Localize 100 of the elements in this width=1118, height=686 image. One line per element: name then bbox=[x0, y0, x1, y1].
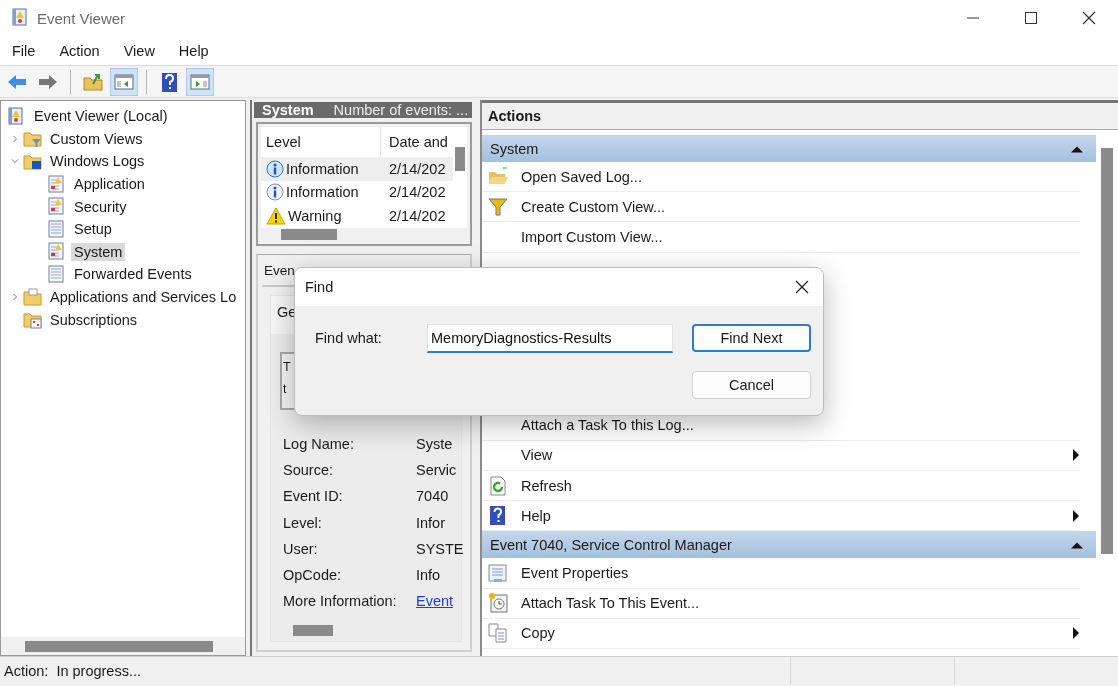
event-row[interactable]: Information 2/14/202 bbox=[261, 180, 453, 204]
info-icon bbox=[266, 183, 284, 202]
log-page-icon bbox=[47, 264, 66, 284]
tree-item[interactable]: Event Viewer (Local) bbox=[31, 107, 171, 126]
field-label: More Information: bbox=[283, 593, 398, 612]
folder-up-icon bbox=[83, 71, 103, 92]
event-row[interactable]: Information 2/14/202 bbox=[261, 157, 453, 181]
action-pane-icon bbox=[190, 71, 210, 92]
tree-pane-icon bbox=[114, 71, 134, 92]
field-label: Source: bbox=[283, 462, 334, 481]
tree-item[interactable]: Subscriptions bbox=[47, 310, 141, 329]
section-header[interactable]: System bbox=[482, 135, 1096, 162]
folder-filter-icon bbox=[23, 129, 42, 149]
field-label: Find what: bbox=[315, 330, 383, 346]
log-title: System bbox=[262, 102, 314, 118]
command-item[interactable]: Import Custom View... bbox=[482, 222, 1080, 253]
collapse-arrow-icon[interactable] bbox=[1070, 144, 1084, 153]
log-page-icon bbox=[47, 242, 66, 262]
section-title: System bbox=[490, 140, 539, 157]
find-next-button[interactable]: Find Next bbox=[692, 324, 811, 352]
open-folder-icon bbox=[488, 166, 508, 187]
find-what-field[interactable]: MemoryDiagnostics-Results bbox=[427, 323, 673, 353]
date-text: 2/14/202 bbox=[388, 184, 446, 201]
clock-task-icon bbox=[488, 593, 508, 614]
description-text: T bbox=[283, 359, 292, 376]
field-label: Level: bbox=[283, 514, 323, 533]
refresh-icon bbox=[488, 475, 508, 496]
field-value: Infor bbox=[416, 514, 446, 533]
menu-item[interactable]: File bbox=[3, 39, 45, 62]
event-log-link[interactable]: Event bbox=[416, 593, 454, 610]
properties-icon bbox=[488, 562, 508, 583]
scrollbar-thumb[interactable] bbox=[455, 147, 465, 171]
menu-item[interactable]: Help bbox=[169, 39, 218, 62]
scrollbar-thumb[interactable] bbox=[293, 624, 333, 636]
folder-monitor-icon bbox=[23, 152, 42, 171]
tree-item[interactable]: Application bbox=[71, 175, 148, 194]
event-count: Number of events: ... bbox=[333, 102, 469, 118]
window-title: Event Viewer bbox=[37, 9, 126, 27]
description-text: t bbox=[283, 381, 288, 398]
chevron-right-icon[interactable] bbox=[11, 293, 19, 302]
field-value: Servic bbox=[416, 462, 458, 481]
cancel-button[interactable]: Cancel bbox=[692, 371, 811, 399]
tree-item[interactable]: Custom Views bbox=[47, 129, 146, 148]
command-item[interactable]: Copy bbox=[482, 618, 1080, 649]
log-page-icon bbox=[47, 197, 66, 217]
log-page-icon bbox=[47, 219, 66, 239]
app-icon bbox=[11, 8, 29, 28]
tree-pane-button[interactable] bbox=[110, 67, 138, 96]
menu-item[interactable]: Action bbox=[50, 39, 109, 62]
level-text: Warning bbox=[288, 207, 342, 224]
scrollbar-thumb[interactable] bbox=[1101, 148, 1113, 554]
close-icon[interactable] bbox=[795, 280, 809, 294]
field-label: OpCode: bbox=[283, 566, 343, 585]
copy-icon bbox=[488, 623, 508, 644]
close-icon[interactable] bbox=[1082, 11, 1096, 25]
field-value: Syste bbox=[416, 436, 454, 454]
scrollbar-thumb[interactable] bbox=[25, 640, 213, 652]
chevron-right-icon[interactable] bbox=[11, 134, 19, 143]
section-header[interactable]: Event 7040, Service Control Manager bbox=[482, 531, 1096, 559]
log-book-icon bbox=[7, 106, 26, 126]
tree-item[interactable]: System bbox=[71, 242, 126, 261]
chevron-down-icon[interactable] bbox=[11, 157, 19, 166]
help-icon bbox=[488, 505, 508, 526]
actions-title: Actions bbox=[482, 100, 1118, 130]
tree-item[interactable]: Forwarded Events bbox=[71, 265, 195, 284]
collapse-arrow-icon[interactable] bbox=[1070, 540, 1084, 549]
status-text: Action: In progress... bbox=[4, 662, 142, 679]
dialog-title: Find bbox=[305, 279, 334, 295]
date-text: 2/14/202 bbox=[388, 160, 446, 177]
info-icon bbox=[266, 159, 284, 178]
maximize-icon[interactable] bbox=[1024, 11, 1038, 25]
field-label: Log Name: bbox=[283, 436, 355, 454]
command-item[interactable]: Event Properties bbox=[482, 558, 1080, 589]
level-text: Information bbox=[286, 160, 359, 177]
folder-icon bbox=[23, 287, 42, 307]
funnel-icon bbox=[488, 196, 508, 217]
command-item[interactable]: View bbox=[482, 440, 1080, 471]
tree-item[interactable]: Applications and Services Lo bbox=[47, 288, 240, 307]
tree-item[interactable]: Security bbox=[71, 197, 130, 216]
command-item[interactable]: Refresh bbox=[482, 470, 1080, 502]
level-text: Information bbox=[286, 184, 359, 201]
log-page-icon bbox=[47, 174, 66, 194]
folder-calendar-icon bbox=[23, 310, 42, 330]
command-item[interactable]: Attach Task To This Event... bbox=[482, 588, 1080, 619]
tree-item[interactable]: Setup bbox=[71, 220, 115, 239]
column-header[interactable]: Date and bbox=[381, 134, 448, 150]
command-item[interactable]: Create Custom View... bbox=[482, 192, 1080, 223]
detail-tab[interactable]: Even bbox=[264, 262, 295, 278]
field-value: Info bbox=[416, 566, 442, 585]
event-row[interactable]: Warning 2/14/202 bbox=[261, 204, 453, 228]
field-value: SYSTE bbox=[416, 540, 465, 559]
menu-item[interactable]: View bbox=[114, 39, 164, 62]
date-text: 2/14/202 bbox=[388, 207, 446, 224]
scrollbar-thumb[interactable] bbox=[281, 228, 337, 240]
tree-item[interactable]: Windows Logs bbox=[47, 152, 148, 171]
field-label: Event ID: bbox=[283, 488, 344, 507]
command-item[interactable]: Open Saved Log... bbox=[482, 162, 1080, 193]
field-value: 7040 bbox=[416, 488, 450, 507]
warning-icon bbox=[266, 206, 286, 225]
field-label: User: bbox=[283, 540, 319, 559]
